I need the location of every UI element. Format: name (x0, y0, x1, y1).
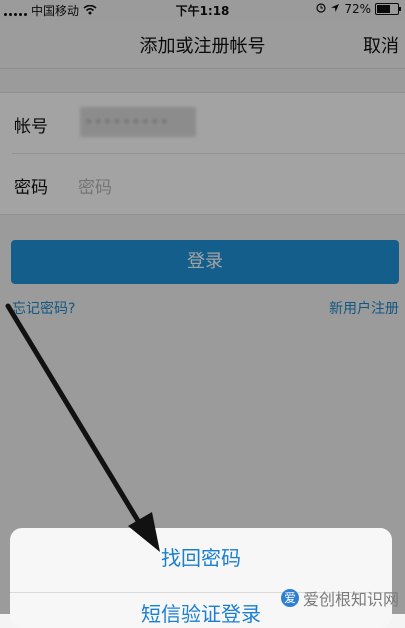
watermark-text: 爱创根知识网 (302, 590, 399, 609)
recover-password-option[interactable]: 找回密码 (10, 542, 392, 571)
dim-overlay[interactable] (0, 0, 405, 614)
action-sheet: 找回密码 短信验证登录 (10, 528, 392, 628)
watermark-logo-icon: 爱 (280, 589, 299, 607)
watermark: 爱 爱创根知识网 (280, 586, 399, 610)
